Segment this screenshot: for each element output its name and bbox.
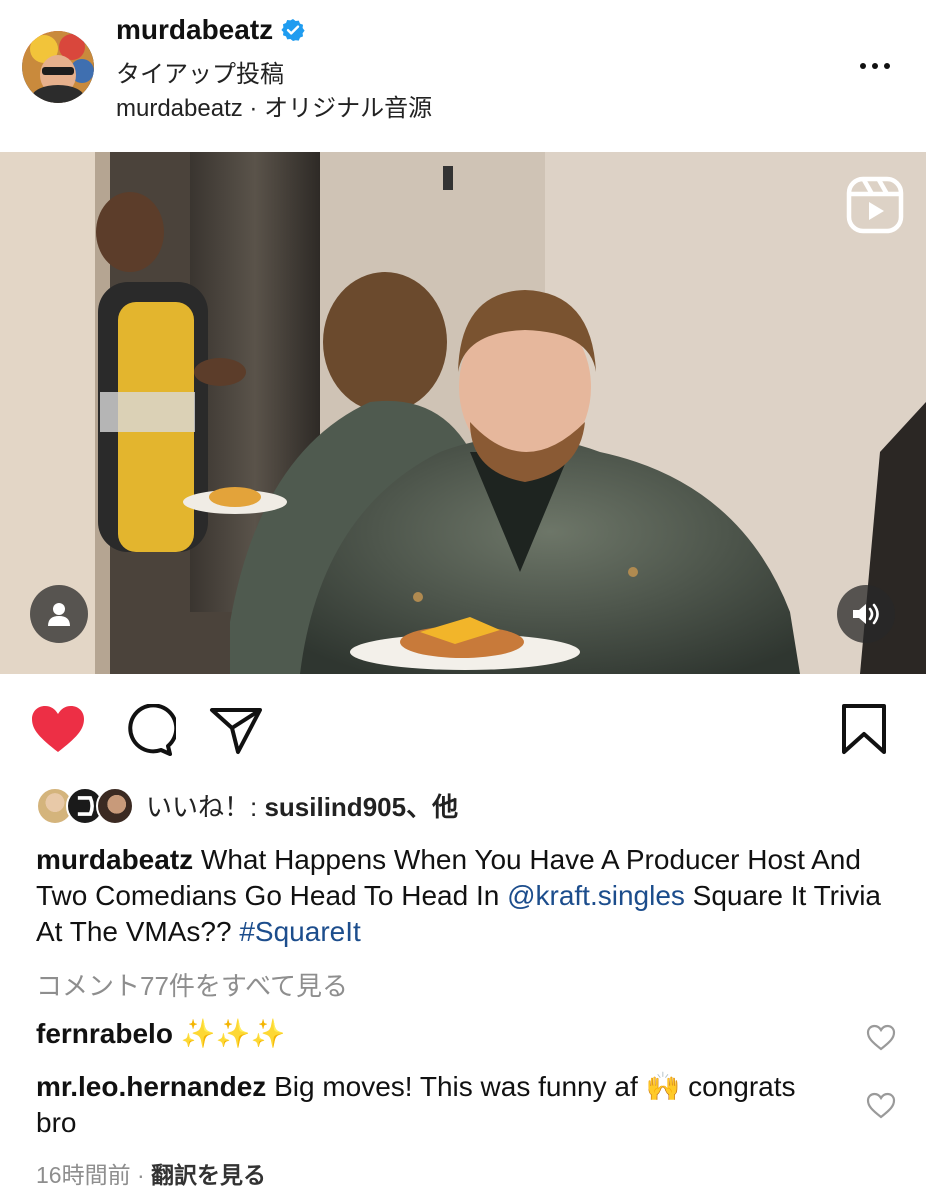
liker-username[interactable]: susilind905 (264, 792, 406, 822)
likes-text: いいね！: susilind905、他 (146, 787, 458, 824)
paper-plane-icon (210, 708, 262, 754)
likes-row[interactable]: いいね！: susilind905、他 (36, 782, 458, 828)
save-button[interactable] (836, 704, 892, 756)
comment-username[interactable]: mr.leo.hernandez (36, 1071, 266, 1102)
sound-toggle-button[interactable] (837, 585, 895, 643)
comment-text: ✨✨✨ (172, 1018, 286, 1049)
view-all-comments-link[interactable]: コメント77件をすべて見る (36, 966, 348, 1003)
heart-outline-icon[interactable] (866, 1024, 896, 1052)
audio-label[interactable]: murdabeatz · オリジナル音源 (116, 88, 432, 123)
verified-badge-icon (281, 19, 305, 41)
comment-button[interactable] (120, 703, 179, 756)
dot (860, 63, 866, 69)
caption-hashtag[interactable]: #SquareIt (239, 916, 360, 947)
heart-outline-icon[interactable] (866, 1092, 896, 1120)
tie-up-label[interactable]: タイアップ投稿 (116, 54, 284, 89)
video-frame (0, 152, 926, 674)
bookmark-icon (842, 704, 886, 754)
post-video[interactable] (0, 152, 926, 674)
dot (872, 63, 878, 69)
caption-username[interactable]: murdabeatz (36, 844, 193, 875)
share-button[interactable] (208, 704, 264, 756)
comment-item: fernrabelo ✨✨✨ (36, 1016, 826, 1052)
likes-prefix: いいね！: (146, 791, 265, 822)
post-username-row: murdabeatz (116, 14, 305, 46)
profile-avatar[interactable] (22, 31, 94, 103)
post-caption: murdabeatz What Happens When You Have A … (36, 842, 896, 950)
more-options-icon[interactable] (860, 56, 894, 76)
liker-avatar (96, 787, 134, 825)
post-meta: 16時間前 · 翻訳を見る (36, 1156, 266, 1190)
dot (884, 63, 890, 69)
post-actions (0, 690, 926, 770)
post-time: 16時間前 (36, 1162, 131, 1188)
avatar-image (22, 31, 94, 103)
like-button[interactable] (30, 704, 86, 756)
meta-separator: · (130, 1162, 152, 1188)
user-tag-button[interactable] (30, 585, 88, 643)
post-username[interactable]: murdabeatz (116, 14, 273, 46)
comment-bubble-icon (128, 703, 179, 756)
caption-mention[interactable]: @kraft.singles (507, 880, 685, 911)
heart-filled-icon (32, 706, 84, 752)
volume-icon (853, 603, 879, 625)
liker-avatars (36, 785, 136, 825)
comment-item: mr.leo.hernandez Big moves! This was fun… (36, 1069, 826, 1141)
likes-suffix[interactable]: 、他 (406, 792, 458, 822)
post-header: murdabeatz タイアップ投稿 murdabeatz · オリジナル音源 (0, 0, 926, 150)
translate-link[interactable]: 翻訳を見る (151, 1162, 266, 1188)
user-tag-icon (48, 603, 70, 626)
comment-username[interactable]: fernrabelo (36, 1018, 173, 1049)
reels-icon[interactable] (846, 176, 904, 234)
